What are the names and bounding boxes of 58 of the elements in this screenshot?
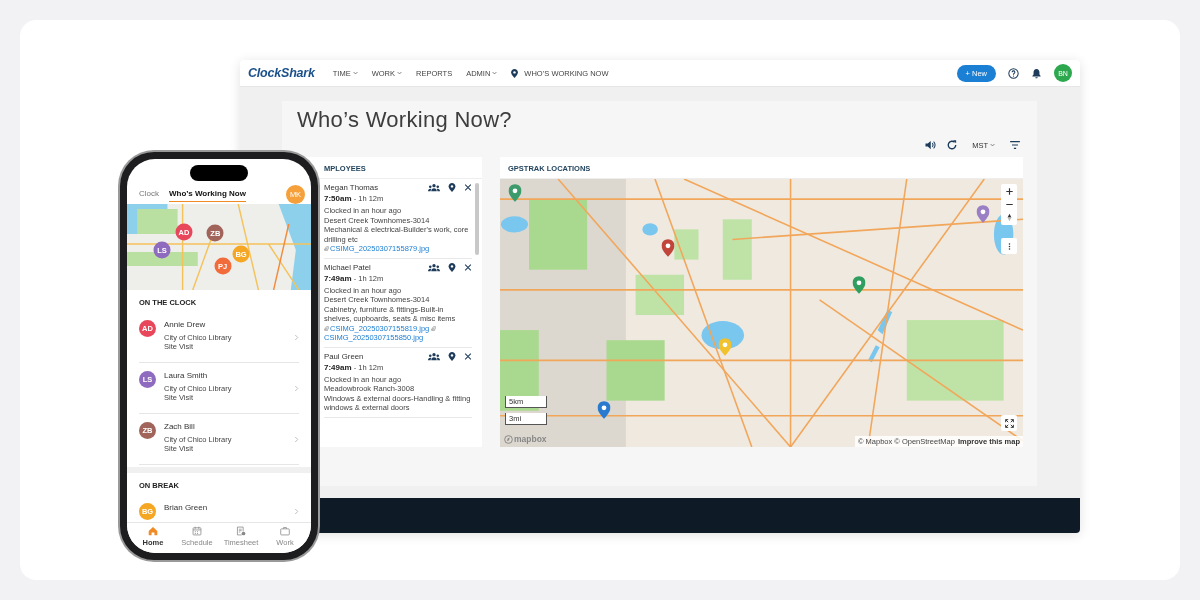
mapbox-logo-icon [504, 434, 513, 444]
paperclip-icon [324, 246, 329, 251]
caret-icon [492, 71, 498, 75]
clockshark-logo[interactable]: ClockShark [248, 66, 315, 80]
person-name: Laura Smith [164, 371, 209, 380]
team-icon[interactable] [428, 183, 440, 192]
fullscreen-icon [1004, 418, 1014, 428]
timesheet-icon [236, 526, 246, 536]
map-pin[interactable] [508, 184, 522, 203]
briefcase-icon [280, 526, 290, 536]
paperclip-icon [431, 325, 437, 331]
chevron-right-icon [294, 435, 299, 443]
person-name: Zach Bill [164, 422, 196, 431]
map-pin[interactable] [976, 205, 990, 224]
lake [500, 216, 529, 233]
lake [642, 223, 658, 236]
scrollbar[interactable] [475, 183, 479, 255]
river [868, 310, 893, 363]
park-area [529, 199, 588, 270]
team-icon[interactable] [428, 262, 440, 272]
filter-icon[interactable] [1009, 139, 1021, 151]
page-title: Who’s Working Now? [297, 107, 513, 133]
team-icon[interactable] [428, 351, 440, 361]
chevron-right-icon [294, 384, 299, 392]
map-pin[interactable] [597, 400, 611, 419]
zoom-in-icon[interactable] [1004, 187, 1014, 196]
park-area [606, 340, 665, 401]
chevron-right-icon [294, 508, 299, 515]
close-icon[interactable] [464, 262, 472, 272]
volume-icon[interactable] [924, 139, 937, 151]
phone-tab[interactable]: Who’s Working Now [169, 186, 246, 202]
caret-icon [990, 143, 995, 147]
help-icon[interactable] [1008, 67, 1019, 79]
location-pin-icon[interactable] [448, 262, 456, 272]
camera-notch [190, 165, 248, 181]
bell-icon[interactable] [1031, 67, 1042, 79]
map-pin[interactable] [661, 238, 675, 257]
person-name: Brian Green [164, 503, 209, 512]
caret-icon [397, 71, 403, 75]
calendar-icon [192, 526, 202, 536]
caret-icon [352, 71, 358, 75]
location-pin-icon[interactable] [448, 183, 456, 192]
location-pin-icon [511, 68, 519, 78]
chevron-right-icon [294, 333, 299, 341]
map-pin[interactable] [852, 275, 866, 294]
close-icon[interactable] [464, 351, 472, 361]
map-logo-text: mapbox [514, 434, 547, 444]
close-icon[interactable] [464, 183, 472, 192]
park-area [674, 229, 699, 260]
refresh-icon[interactable] [946, 139, 959, 151]
phone-tab[interactable]: Clock [139, 186, 159, 202]
park-area [722, 219, 752, 280]
location-pin-icon[interactable] [448, 351, 456, 361]
home-icon [148, 526, 158, 536]
paperclip-icon [324, 325, 329, 331]
person-name: Annie Drew [164, 320, 207, 329]
fullscreen-button[interactable] [1001, 415, 1017, 431]
map-drawing[interactable] [127, 204, 311, 290]
